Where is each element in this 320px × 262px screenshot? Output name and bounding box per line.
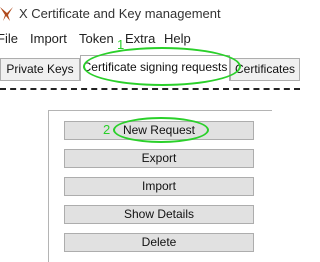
new-request-button[interactable]: New Request: [64, 121, 254, 140]
title-bar: X Certificate and Key management: [0, 0, 300, 27]
dashed-divider: [0, 88, 300, 90]
xca-app-icon: [0, 7, 13, 21]
tab-certificate-signing-requests[interactable]: Certificate signing requests: [80, 55, 230, 81]
menu-import[interactable]: Import: [30, 31, 67, 46]
delete-button[interactable]: Delete: [64, 233, 254, 252]
menu-help[interactable]: Help: [164, 31, 191, 46]
tab-certificates[interactable]: Certificates: [230, 58, 300, 80]
menu-extra[interactable]: Extra: [125, 31, 155, 46]
export-button[interactable]: Export: [64, 149, 254, 168]
step-number-1: 1: [117, 37, 125, 52]
import-button[interactable]: Import: [64, 177, 254, 196]
menu-bar: File Import Token Extra Help: [0, 29, 300, 49]
show-details-button[interactable]: Show Details: [64, 205, 254, 224]
step-number-2: 2: [103, 122, 111, 137]
window-title: X Certificate and Key management: [19, 6, 221, 21]
menu-file[interactable]: File: [0, 31, 18, 46]
tab-private-keys[interactable]: Private Keys: [0, 58, 80, 80]
menu-token[interactable]: Token: [79, 31, 114, 46]
